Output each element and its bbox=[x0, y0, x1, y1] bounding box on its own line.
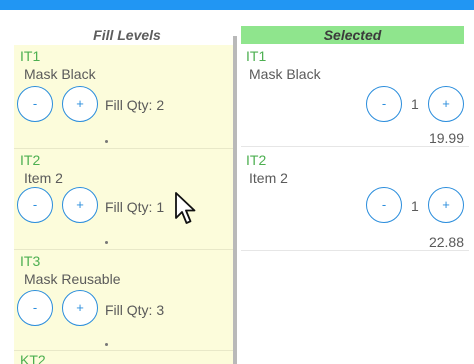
separator-dot bbox=[105, 140, 108, 143]
item-name: Mask Reusable bbox=[24, 271, 121, 287]
fill-level-item-it2: IT2 Item 2 - + Fill Qty: 1 bbox=[14, 149, 233, 250]
item-code: IT3 bbox=[20, 253, 41, 269]
top-app-bar bbox=[0, 0, 474, 10]
selected-item-it1: IT1 Mask Black - 1 + 19.99 bbox=[241, 45, 469, 147]
item-code: KT2 bbox=[20, 352, 46, 364]
mouse-pointer-icon bbox=[175, 192, 196, 224]
item-name: Item 2 bbox=[249, 170, 288, 186]
increment-button[interactable]: + bbox=[62, 290, 98, 326]
fill-levels-column: Fill Levels IT1 Mask Black - + Fill Qty:… bbox=[0, 10, 236, 364]
decrement-button[interactable]: - bbox=[17, 187, 53, 223]
quantity-value: 1 bbox=[411, 96, 419, 112]
increment-button[interactable]: + bbox=[62, 187, 98, 223]
fill-level-item-it1: IT1 Mask Black - + Fill Qty: 2 bbox=[14, 45, 233, 149]
fill-level-item-it3: IT3 Mask Reusable - + Fill Qty: 3 bbox=[14, 250, 233, 351]
separator-dot bbox=[105, 241, 108, 244]
increment-button[interactable]: + bbox=[428, 86, 464, 122]
item-price: 19.99 bbox=[428, 130, 464, 146]
decrement-button[interactable]: - bbox=[17, 290, 53, 326]
quantity-value: 1 bbox=[411, 198, 419, 214]
item-code: IT2 bbox=[20, 152, 41, 168]
increment-button[interactable]: + bbox=[62, 86, 98, 122]
item-price: 22.88 bbox=[428, 234, 464, 250]
fill-qty-label: Fill Qty: 1 bbox=[105, 199, 165, 215]
decrement-button[interactable]: - bbox=[366, 86, 402, 122]
item-code: IT2 bbox=[246, 152, 267, 168]
decrement-button[interactable]: - bbox=[17, 86, 53, 122]
fill-levels-title: Fill Levels bbox=[93, 27, 161, 43]
selected-title: Selected bbox=[241, 26, 464, 44]
item-code: IT1 bbox=[20, 48, 41, 64]
selected-column: Selected IT1 Mask Black - 1 + 19.99 IT2 … bbox=[236, 10, 474, 364]
item-name: Item 2 bbox=[24, 170, 63, 186]
fill-qty-label: Fill Qty: 2 bbox=[105, 97, 165, 113]
increment-button[interactable]: + bbox=[428, 187, 464, 223]
separator-dot bbox=[105, 343, 108, 346]
selected-item-it2: IT2 Item 2 - 1 + 22.88 bbox=[241, 149, 469, 251]
fill-level-item-kt2: KT2 bbox=[14, 351, 233, 364]
decrement-button[interactable]: - bbox=[366, 187, 402, 223]
item-name: Mask Black bbox=[249, 66, 321, 82]
fill-qty-label: Fill Qty: 3 bbox=[105, 302, 165, 318]
item-name: Mask Black bbox=[24, 66, 96, 82]
item-code: IT1 bbox=[246, 48, 267, 64]
